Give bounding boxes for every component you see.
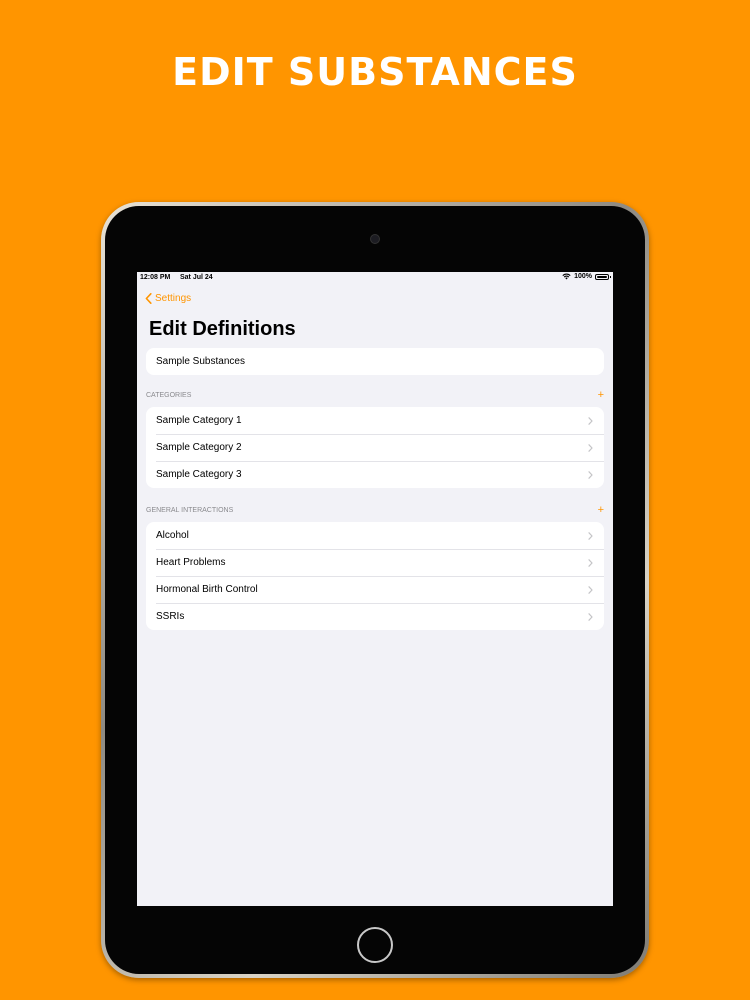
add-interaction-button[interactable]: + [598,504,604,516]
back-button[interactable]: Settings [145,293,191,304]
list-item[interactable]: Sample Category 1 [146,407,604,434]
section-title: CATEGORIES [146,392,192,399]
chevron-left-icon [145,293,152,304]
interactions-list: Alcohol Heart Problems Hormonal Birth Co… [146,522,604,630]
home-button [357,927,393,963]
wifi-icon [562,273,571,280]
battery-icon [595,273,611,280]
app-screen: 12:08 PM Sat Jul 24 100% Settings Edit D… [137,272,613,906]
row-label: SSRIs [156,611,185,622]
battery-percent: 100% [574,273,592,280]
categories-header: CATEGORIES + [146,389,604,402]
list-item[interactable]: Hormonal Birth Control [146,576,604,603]
list-item[interactable]: Alcohol [146,522,604,549]
list-item[interactable]: Sample Category 2 [146,434,604,461]
section-title: GENERAL INTERACTIONS [146,507,234,514]
list-item[interactable]: SSRIs [146,603,604,630]
add-category-button[interactable]: + [598,389,604,401]
row-label: Sample Substances [156,356,245,367]
row-label: Heart Problems [156,557,226,568]
chevron-right-icon [588,559,593,567]
categories-list: Sample Category 1 Sample Category 2 Samp… [146,407,604,488]
list-item[interactable]: Sample Category 3 [146,461,604,488]
general-interactions-header: GENERAL INTERACTIONS + [146,504,604,517]
page-title: Edit Definitions [149,318,296,340]
sample-substances-row[interactable]: Sample Substances [146,348,604,375]
row-label: Alcohol [156,530,189,541]
row-label: Sample Category 3 [156,469,242,480]
row-label: Sample Category 2 [156,442,242,453]
list-item[interactable]: Heart Problems [146,549,604,576]
camera-icon [370,234,380,244]
status-time: 12:08 PM [140,274,171,281]
chevron-right-icon [588,532,593,540]
substances-group: Sample Substances [146,348,604,375]
status-date: Sat Jul 24 [180,274,213,281]
marketing-headline: EDIT SUBSTANCES [172,50,578,94]
chevron-right-icon [588,471,593,479]
chevron-right-icon [588,417,593,425]
row-label: Sample Category 1 [156,415,242,426]
chevron-right-icon [588,586,593,594]
back-button-label: Settings [155,293,192,304]
chevron-right-icon [588,613,593,621]
status-indicators: 100% [562,273,611,280]
status-bar: 12:08 PM Sat Jul 24 100% [137,272,613,284]
chevron-right-icon [588,444,593,452]
row-label: Hormonal Birth Control [156,584,258,595]
